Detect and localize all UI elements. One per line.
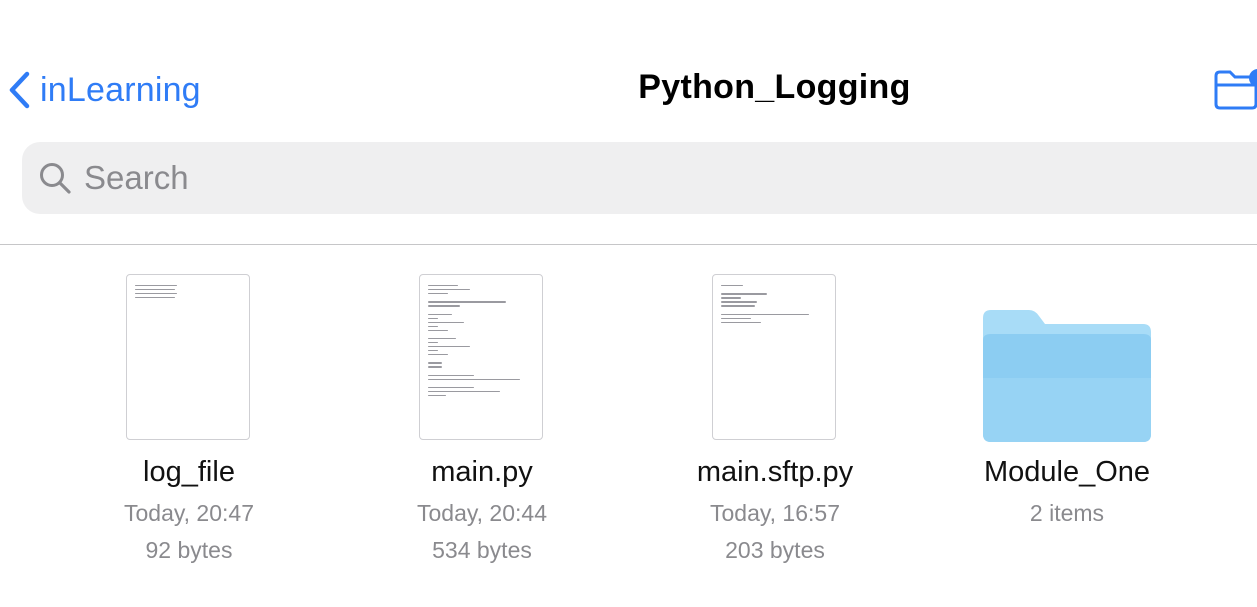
search-icon [40, 163, 71, 194]
document-thumbnail-icon [126, 274, 250, 440]
page-title: Python_Logging [0, 68, 1257, 107]
file-name: main.sftp.py [696, 456, 854, 488]
file-name: main.py [431, 456, 533, 488]
file-size: 92 bytes [145, 537, 233, 563]
folder-name: Module_One [983, 456, 1151, 488]
page-title-text: Python_Logging [638, 68, 911, 106]
new-folder-button[interactable] [1212, 66, 1257, 116]
file-date: Today, 20:47 [123, 500, 254, 526]
file-name: log_file [143, 456, 235, 488]
document-thumbnail-icon [419, 274, 543, 440]
navigation-bar: inLearning Python_Logging [0, 0, 1257, 130]
folder-badge-icon [1214, 69, 1257, 110]
file-size: 203 bytes [725, 537, 825, 563]
file-date: Today, 20:44 [416, 500, 547, 526]
search-bar[interactable] [22, 142, 1257, 214]
search-input[interactable] [82, 158, 986, 198]
file-date: Today, 16:57 [709, 500, 840, 526]
divider [0, 244, 1257, 245]
folder-icon [983, 310, 1151, 442]
document-thumbnail-icon [712, 274, 836, 440]
folder-item-count: 2 items [1029, 500, 1105, 526]
file-size: 534 bytes [432, 537, 532, 563]
